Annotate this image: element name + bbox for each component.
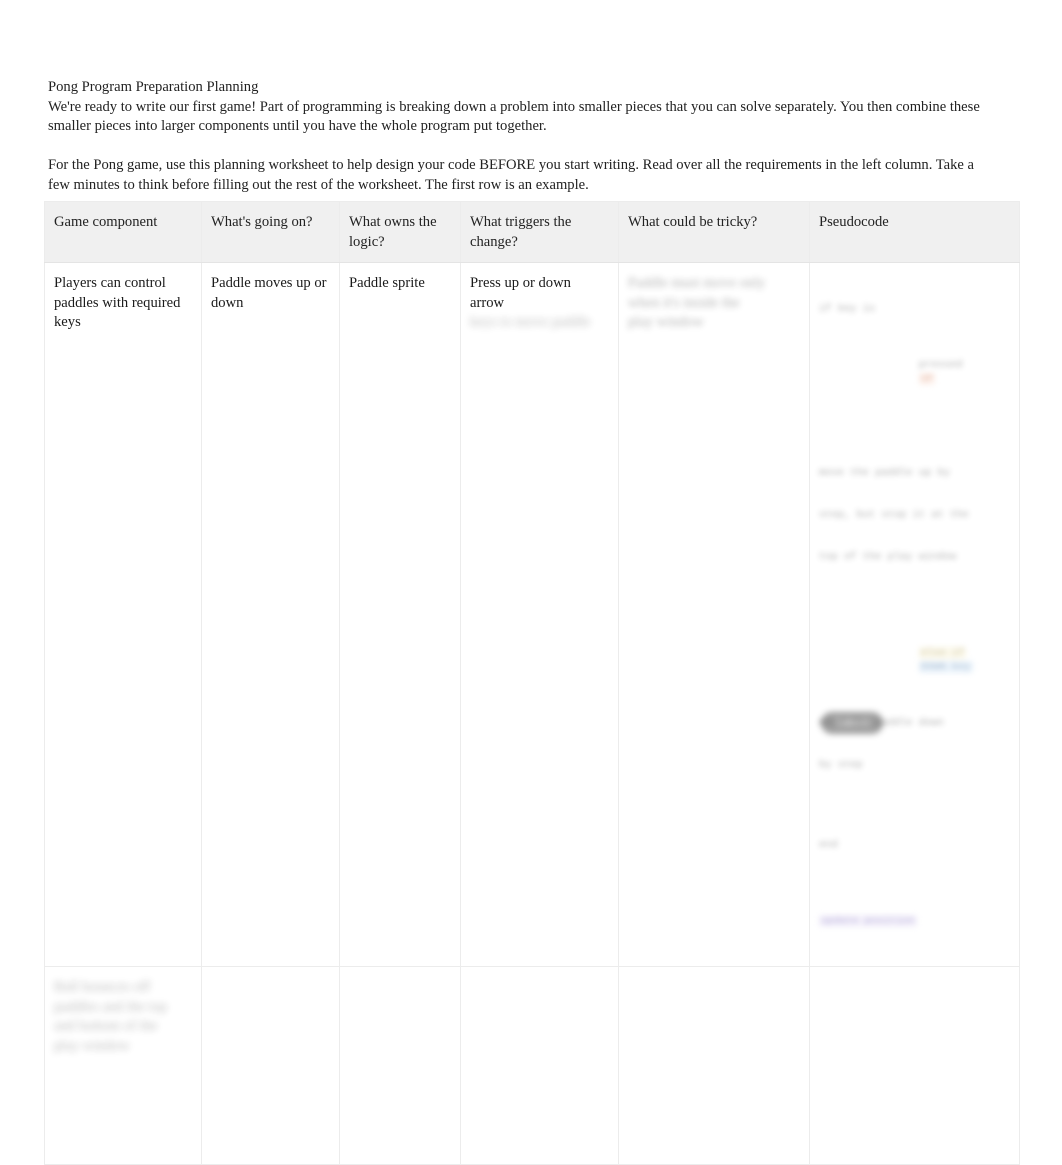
intro-paragraph-1: We're ready to write our first game! Par… [48,98,980,135]
cell-could-be-tricky[interactable]: Paddle must move only when it's inside t… [618,262,810,967]
cell-whats-going-on[interactable]: Paddle moves up or down [201,262,340,967]
cell-triggers-change[interactable] [460,966,619,1165]
cell-pseudocode[interactable] [809,966,1020,1165]
cell-text-line-2: arrow [470,294,505,311]
cell-owns-logic[interactable] [339,966,461,1165]
table-row: Players can control paddles with require… [44,262,1020,967]
pseudocode-line-5: top of the play window [819,551,957,563]
cell-triggers-change[interactable]: Press up or down arrow keys to move padd… [460,262,619,967]
intro-block: Pong Program Preparation Planning We're … [48,78,990,195]
column-header-could-be-tricky: What could be tricky? [618,201,810,263]
pseudocode-line-4: step, but stop it at the [819,509,969,521]
cell-owns-logic[interactable]: Paddle sprite [339,262,461,967]
cell-text-line-1: Paddle must move only [628,275,766,291]
cell-text: Players can control paddles with require… [54,275,181,330]
column-header-owns-logic: What owns the logic? [339,201,461,263]
cell-pseudocode[interactable]: if key is pressed UP move the paddle up … [809,262,1020,967]
column-header-game-component: Game component [44,201,202,263]
table-header-row: Game component What's going on? What own… [44,201,1020,263]
pseudocode-keyword-3: update position [819,915,917,927]
cell-text-line-1: Ball bounces off [54,979,151,995]
submit-button[interactable]: Submit [821,712,883,734]
planning-table: Game component What's going on? What own… [44,201,1020,1165]
cell-could-be-tricky[interactable] [618,966,810,1165]
cell-text-line-1: Press up or down [470,275,571,291]
pseudocode-text: pressed [918,359,963,371]
column-header-pseudocode: Pseudocode [809,201,1020,263]
cell-text-block: Ball bounces off paddles and the top and… [54,978,192,1056]
pseudocode-line-1: if key is [819,303,876,315]
cell-text-line-3: play window [628,314,704,330]
cell-text-line-2: when it's inside the [628,294,740,311]
table-row: Ball bounces off paddles and the top and… [44,966,1020,1165]
table-header: Game component What's going on? What own… [44,201,1020,263]
cell-text-line-2: paddles and the top [54,998,168,1015]
footer-bar: Submit [44,702,1019,754]
pseudocode-line-9: end [819,839,838,851]
cell-text-line-3: keys to move paddle [470,314,591,330]
pseudocode-block: if key is pressed UP move the paddle up … [819,274,1010,956]
pseudocode-line-8: by step [819,759,863,771]
column-header-triggers-change: What triggers the change? [460,201,619,263]
cell-whats-going-on[interactable] [201,966,340,1165]
cell-text: Paddle moves up or down [211,275,327,311]
cell-game-component[interactable]: Ball bounces off paddles and the top and… [44,966,202,1165]
column-header-whats-going-on: What's going on? [201,201,340,263]
pseudocode-text: else if [918,647,967,659]
pseudocode-line-2: pressed UP [819,344,1010,400]
pseudocode-keyword-2: DOWN key [918,661,973,673]
intro-paragraph-2: For the Pong game, use this planning wor… [48,157,975,193]
cell-text-line-4: play window [54,1037,130,1054]
cell-text: Paddle sprite [349,275,425,291]
pseudocode-line-6: else if DOWN key [819,632,1010,688]
cell-game-component[interactable]: Players can control paddles with require… [44,262,202,967]
worksheet-page: Pong Program Preparation Planning We're … [0,0,1062,1165]
pseudocode-line-3: move the paddle up by [819,467,950,479]
pseudocode-keyword: UP [918,373,936,385]
planning-table-container: Game component What's going on? What own… [44,201,1020,1165]
page-title: Pong Program Preparation Planning [48,79,259,95]
cell-text-line-3: and bottom of the [54,1018,158,1034]
